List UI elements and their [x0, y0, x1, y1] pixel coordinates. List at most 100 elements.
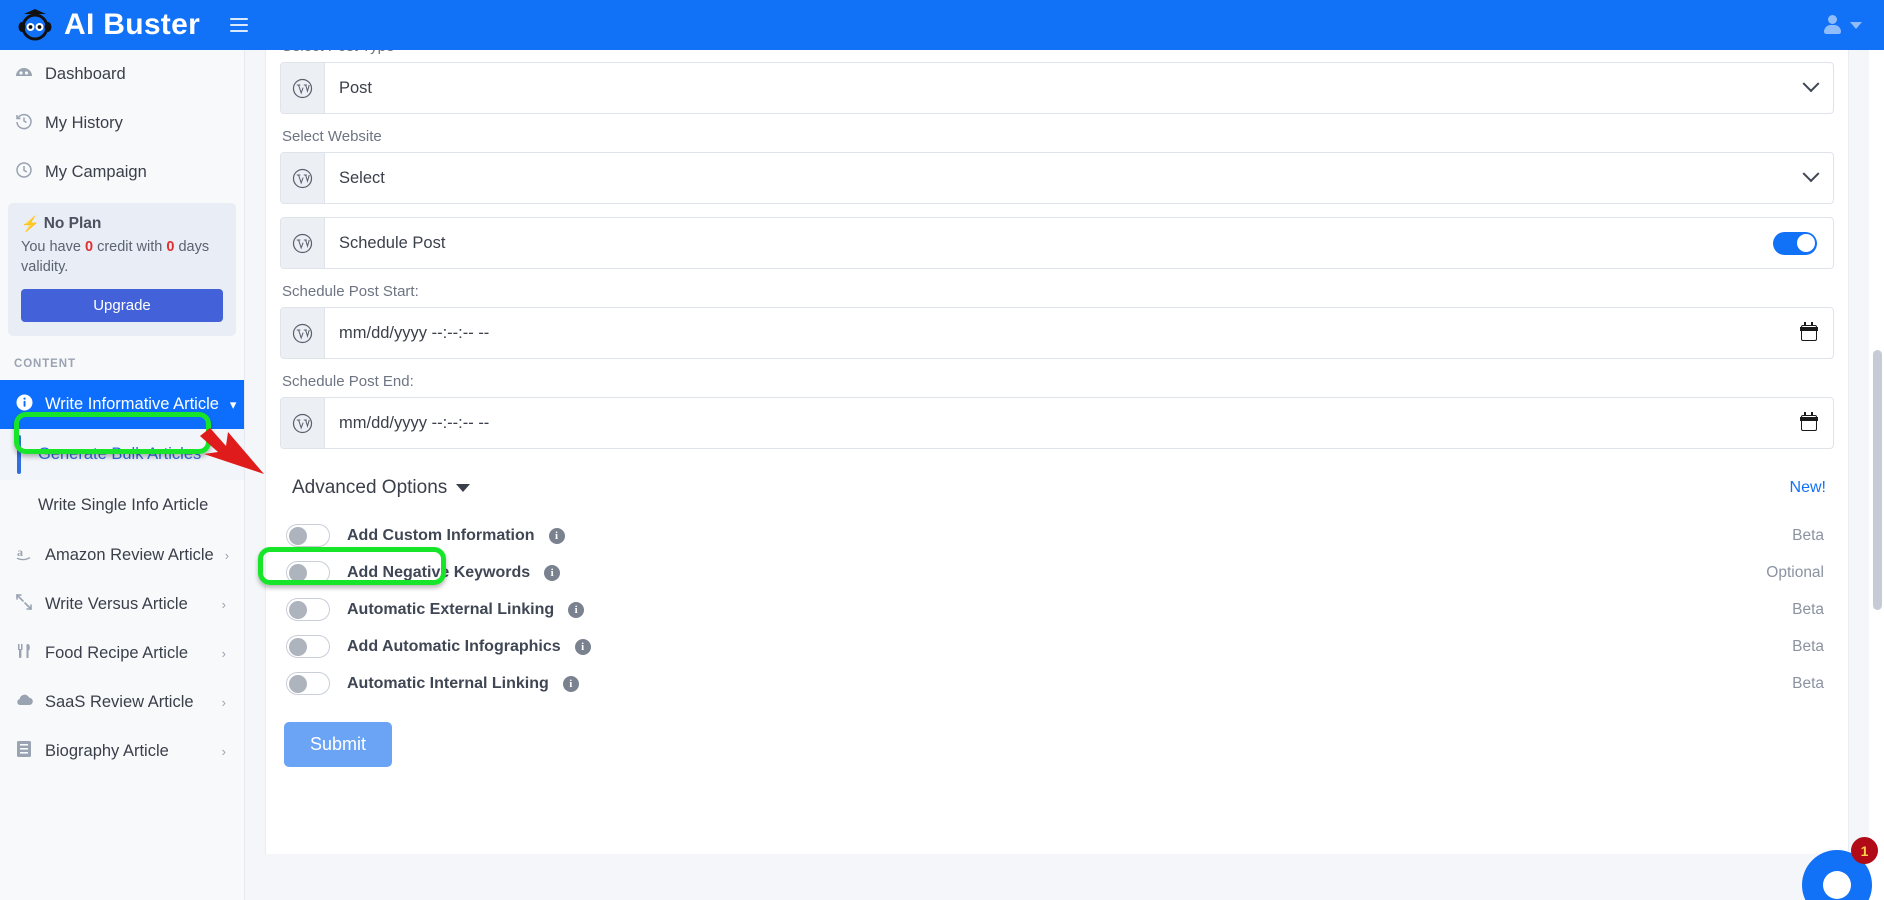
option-label: Automatic Internal Linking	[347, 674, 549, 692]
info-icon[interactable]: i	[544, 564, 561, 581]
website-chevron[interactable]	[1802, 153, 1833, 203]
chevron-right-icon: ›	[221, 695, 226, 710]
clock-icon	[14, 161, 34, 184]
post-type-chevron[interactable]	[1802, 63, 1833, 113]
topbar-user-menu[interactable]	[1822, 15, 1884, 35]
info-icon[interactable]: i	[568, 601, 585, 618]
chevron-right-icon: ›	[221, 597, 226, 612]
sidebar-item-write-informative-article[interactable]: Write Informative Article ▾	[0, 380, 244, 429]
sidebar-item-generate-bulk-articles[interactable]: Generate Bulk Articles	[0, 429, 244, 480]
schedule-post-toggle-wrap	[1773, 218, 1833, 268]
sidebar-section-label: CONTENT	[14, 358, 76, 370]
plan-text-before: You have	[21, 239, 85, 255]
sidebar-item-label: Biography Article	[45, 742, 169, 760]
option-row-add-negative-keywords: Add Negative Keywords i Optional	[280, 554, 1834, 591]
info-icon[interactable]: i	[574, 638, 591, 655]
wordpress-icon	[281, 308, 325, 358]
toggle-automatic-internal-linking[interactable]	[286, 672, 330, 695]
cutlery-icon	[14, 642, 34, 665]
sidebar-subitem-label: Write Single Info Article	[38, 496, 209, 514]
toggle-add-automatic-infographics[interactable]	[286, 635, 330, 658]
plan-text-middle: credit with	[93, 239, 167, 255]
user-avatar-icon	[1822, 15, 1842, 35]
plan-card: ⚡ No Plan You have 0 credit with 0 days …	[8, 203, 236, 336]
sidebar-item-label: Dashboard	[45, 65, 126, 83]
brand: AI Buster	[0, 6, 200, 44]
info-icon[interactable]: i	[548, 527, 565, 544]
chevron-right-icon: ›	[224, 548, 230, 563]
website-select[interactable]: Select	[280, 152, 1834, 204]
chevron-right-icon: ›	[221, 646, 226, 661]
schedule-end-calendar-button[interactable]	[1800, 398, 1833, 448]
toggle-add-negative-keywords[interactable]	[286, 561, 330, 584]
chevron-down-icon	[1802, 165, 1820, 183]
plan-title: No Plan	[43, 215, 102, 232]
wordpress-icon	[281, 153, 325, 203]
sidebar-item-write-single-info-article[interactable]: Write Single Info Article	[0, 480, 244, 531]
form-card: Select Post Type Post Select Website Sel…	[265, 50, 1849, 900]
option-label: Automatic External Linking	[347, 600, 555, 618]
scrollbar-thumb[interactable]	[1873, 350, 1882, 610]
sidebar-item-dashboard[interactable]: Dashboard	[0, 50, 244, 99]
amazon-icon: a	[14, 545, 34, 566]
submit-button[interactable]: Submit	[284, 722, 393, 767]
schedule-post-label: Schedule Post	[339, 233, 446, 252]
post-type-select[interactable]: Post	[280, 62, 1834, 114]
wordpress-icon	[281, 218, 325, 268]
sidebar-item-my-campaign[interactable]: My Campaign	[0, 148, 244, 197]
schedule-end-field[interactable]: mm/dd/yyyy --:--:-- --	[280, 397, 1834, 449]
plan-description: You have 0 credit with 0 days validity.	[21, 237, 223, 277]
option-row-add-automatic-infographics: Add Automatic Infographics i Beta	[280, 628, 1834, 665]
schedule-start-calendar-button[interactable]	[1800, 308, 1833, 358]
advanced-options-row: Advanced Options New!	[280, 471, 1834, 505]
advanced-options-label: Advanced Options	[292, 477, 448, 498]
sidebar-item-label: SaaS Review Article	[45, 693, 194, 711]
hamburger-icon[interactable]	[230, 15, 252, 35]
toggle-automatic-external-linking[interactable]	[286, 598, 330, 621]
toggle-add-custom-information[interactable]	[286, 524, 330, 547]
new-badge-link[interactable]: New!	[1790, 479, 1832, 497]
plan-credit-count: 0	[84, 239, 94, 255]
advanced-options-list: Add Custom Information i Beta Add Negati…	[280, 517, 1834, 702]
schedule-end-placeholder: mm/dd/yyyy --:--:-- --	[339, 413, 490, 432]
chevron-down-icon: ▾	[229, 396, 237, 412]
option-label: Add Negative Keywords	[347, 563, 531, 581]
website-value: Select	[339, 168, 385, 187]
sidebar-item-label: Amazon Review Article	[45, 546, 214, 564]
book-icon	[14, 740, 34, 763]
speedometer-icon	[14, 63, 34, 86]
schedule-start-field[interactable]: mm/dd/yyyy --:--:-- --	[280, 307, 1834, 359]
chat-unread-badge: 1	[1851, 837, 1878, 864]
schedule-post-toggle[interactable]	[1773, 231, 1817, 255]
bolt-icon: ⚡	[21, 216, 40, 233]
advanced-options-button[interactable]: Advanced Options	[282, 471, 480, 505]
option-tag: Beta	[1792, 526, 1824, 544]
option-tag: Beta	[1792, 674, 1824, 692]
sidebar: Dashboard My History My Campaign ⚡ No Pl…	[0, 50, 245, 900]
option-row-add-custom-information: Add Custom Information i Beta	[280, 517, 1834, 554]
option-row-automatic-external-linking: Automatic External Linking i Beta	[280, 591, 1834, 628]
schedule-start-placeholder: mm/dd/yyyy --:--:-- --	[339, 323, 490, 342]
wordpress-icon	[281, 63, 325, 113]
sidebar-item-label: Write Versus Article	[45, 595, 188, 613]
upgrade-button[interactable]: Upgrade	[21, 289, 223, 322]
page-scrollbar[interactable]	[1869, 50, 1884, 900]
info-icon[interactable]: i	[562, 675, 579, 692]
sidebar-item-food-recipe-article[interactable]: Food Recipe Article ›	[0, 629, 244, 678]
brand-title: AI Buster	[64, 8, 201, 41]
post-type-label: Select Post Type	[280, 50, 1834, 62]
versus-icon	[14, 593, 34, 616]
calendar-icon	[1800, 322, 1818, 341]
sidebar-subitem-label: Generate Bulk Articles	[38, 445, 202, 463]
sidebar-item-amazon-review-article[interactable]: a Amazon Review Article ›	[0, 531, 244, 580]
sidebar-item-my-history[interactable]: My History	[0, 99, 244, 148]
chevron-down-icon	[1850, 21, 1862, 29]
sidebar-item-biography-article[interactable]: Biography Article ›	[0, 727, 244, 776]
sidebar-item-saas-review-article[interactable]: SaaS Review Article ›	[0, 678, 244, 727]
sidebar-item-write-versus-article[interactable]: Write Versus Article ›	[0, 580, 244, 629]
option-tag: Optional	[1766, 563, 1824, 581]
option-label: Add Automatic Infographics	[347, 637, 561, 655]
option-row-automatic-internal-linking: Automatic Internal Linking i Beta	[280, 665, 1834, 702]
robot-icon	[16, 6, 54, 44]
post-type-value: Post	[339, 78, 373, 97]
